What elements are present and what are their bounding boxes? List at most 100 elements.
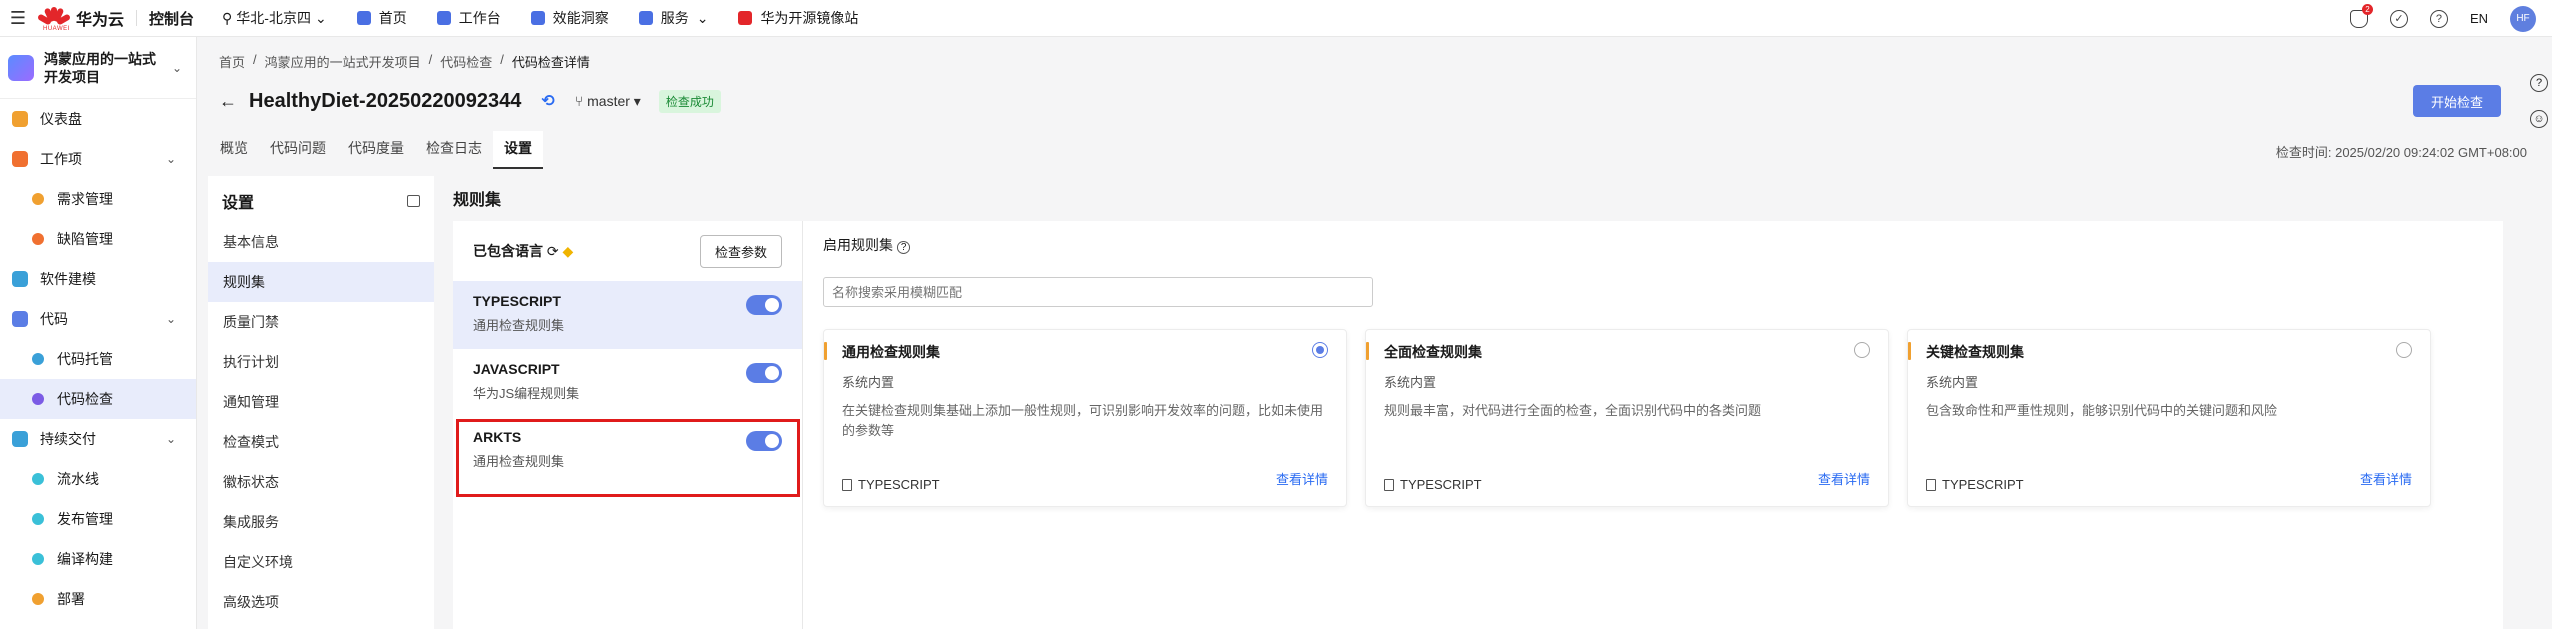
settings-item-2[interactable]: 质量门禁: [208, 302, 434, 342]
menu-icon[interactable]: ☰: [0, 0, 36, 37]
sidebar-item-label: 编译构建: [57, 551, 113, 567]
language-switch[interactable]: EN: [2470, 11, 2488, 26]
nav-link-0[interactable]: 首页: [356, 8, 407, 28]
help-icon[interactable]: ?: [2429, 9, 2448, 28]
nav-link-label: 服务: [660, 10, 689, 26]
ruleset-search-input[interactable]: [823, 277, 1373, 307]
share-icon[interactable]: ⟲: [541, 91, 554, 111]
breadcrumb-item[interactable]: 鸿蒙应用的一站式开发项目: [265, 52, 421, 71]
ruleset-option-card[interactable]: 关键检查规则集 系统内置 包含致命性和严重性规则，能够识别代码中的关键问题和风险 TY…: [1907, 329, 2431, 507]
ruleset-option-card[interactable]: 通用检查规则集 系统内置 在关键检查规则集基础上添加一般性规则，可识别影响开发效率的…: [823, 329, 1347, 507]
sidebar-item-label: 发布管理: [57, 511, 113, 527]
nav-link-1[interactable]: 工作台: [436, 8, 501, 28]
project-switcher[interactable]: 鸿蒙应用的一站式开发项目 ⌄: [0, 37, 196, 99]
bell-icon[interactable]: 2: [2349, 3, 2373, 28]
settings-item-4[interactable]: 通知管理: [208, 382, 434, 422]
ruleset-radio[interactable]: [1312, 342, 1328, 358]
sidebar-item-1[interactable]: 工作项 ⌄: [0, 139, 196, 179]
included-languages-label: 已包含语言: [473, 243, 543, 259]
ruleset-name: 关键检查规则集: [1926, 344, 2024, 360]
card-accent: [1908, 342, 1911, 360]
nav-link-label: 工作台: [458, 10, 501, 26]
collapse-icon[interactable]: [407, 195, 420, 207]
sidebar-item-icon: [32, 473, 44, 485]
brand-name: 华为云: [76, 12, 125, 29]
back-arrow-icon[interactable]: ←: [219, 91, 237, 112]
language-item[interactable]: TYPESCRIPT 通用检查规则集: [453, 281, 802, 349]
help-icon[interactable]: ?: [896, 241, 911, 254]
settings-item-7[interactable]: 集成服务: [208, 502, 434, 542]
ruleset-language-label: TYPESCRIPT: [1400, 477, 1482, 492]
sidebar-item-7[interactable]: 代码检查: [0, 379, 196, 419]
enabled-ruleset-label: 启用规则集 ?: [823, 235, 911, 255]
sidebar-item-9[interactable]: 流水线: [0, 459, 196, 499]
nav-link-3[interactable]: 服务 ⌄: [638, 8, 708, 28]
region-selector[interactable]: ⚲ 华北-北京四 ⌄: [222, 8, 327, 28]
tab-2[interactable]: 代码度量: [337, 131, 415, 169]
check-params-button[interactable]: 检查参数: [699, 234, 782, 268]
branch-icon: ⑂: [574, 92, 588, 109]
smiley-icon[interactable]: ☺: [2530, 110, 2548, 128]
ruleset-language: TYPESCRIPT: [1384, 477, 1482, 492]
sidebar-item-icon: [12, 271, 28, 287]
ruleset-source: 系统内置: [1384, 375, 1437, 390]
avatar[interactable]: HF: [2510, 5, 2536, 32]
notification-badge: 2: [2361, 3, 2373, 15]
breadcrumb-item[interactable]: 代码检查: [440, 52, 492, 71]
settings-item-3[interactable]: 执行计划: [208, 342, 434, 382]
ruleset-name: 全面检查规则集: [1384, 344, 1482, 360]
ruleset-radio[interactable]: [1854, 342, 1870, 358]
sidebar-item-icon: [32, 553, 44, 565]
sidebar-item-8[interactable]: 持续交付 ⌄: [0, 419, 196, 459]
sidebar-item-2[interactable]: 需求管理: [0, 179, 196, 219]
settings-item-8[interactable]: 自定义环境: [208, 542, 434, 582]
tab-1[interactable]: 代码问题: [259, 131, 337, 169]
view-details-link[interactable]: 查看详情: [1818, 469, 1870, 488]
refresh-icon[interactable]: ⟳: [547, 243, 559, 259]
breadcrumb-item[interactable]: 首页: [219, 52, 245, 71]
tab-3[interactable]: 检查日志: [415, 131, 493, 169]
console-link[interactable]: 控制台: [149, 8, 194, 29]
ruleset-source: 系统内置: [842, 375, 895, 390]
language-item[interactable]: JAVASCRIPT 华为JS编程规则集: [453, 349, 802, 417]
file-icon: [1384, 478, 1394, 491]
tab-4[interactable]: 设置: [493, 131, 543, 169]
settings-item-0[interactable]: 基本信息: [208, 222, 434, 262]
ruleset-language-label: TYPESCRIPT: [858, 477, 940, 492]
ruleset-name: 通用检查规则集: [842, 344, 940, 360]
sidebar-item-11[interactable]: 编译构建: [0, 539, 196, 579]
sidebar-item-icon: [32, 353, 44, 365]
branch-selector[interactable]: ⑂ master ▾: [575, 93, 641, 110]
breadcrumb-separator: /: [500, 52, 504, 67]
nav-link-4[interactable]: 华为开源镜像站: [738, 8, 858, 28]
chevron-down-icon: ⌄: [165, 432, 176, 446]
sidebar-item-10[interactable]: 发布管理: [0, 499, 196, 539]
language-toggle[interactable]: [746, 363, 782, 383]
view-details-link[interactable]: 查看详情: [1276, 469, 1328, 488]
check-circle-icon[interactable]: ✓: [2389, 9, 2408, 28]
settings-item-5[interactable]: 检查模式: [208, 422, 434, 462]
language-toggle[interactable]: [746, 295, 782, 315]
sidebar-item-4[interactable]: 软件建模: [0, 259, 196, 299]
sidebar-item-0[interactable]: 仪表盘: [0, 99, 196, 139]
file-icon: [1926, 478, 1936, 491]
sidebar-item-5[interactable]: 代码 ⌄: [0, 299, 196, 339]
sidebar-item-12[interactable]: 部署: [0, 579, 196, 619]
language-name: TYPESCRIPT: [473, 293, 561, 309]
chevron-down-icon: ⌄: [314, 9, 327, 26]
chevron-down-icon: ⌄: [165, 152, 176, 166]
sidebar-item-3[interactable]: 缺陷管理: [0, 219, 196, 259]
tab-0[interactable]: 概览: [209, 131, 259, 169]
ruleset-option-card[interactable]: 全面检查规则集 系统内置 规则最丰富，对代码进行全面的检查，全面识别代码中的各类问题…: [1365, 329, 1889, 507]
sidebar-item-6[interactable]: 代码托管: [0, 339, 196, 379]
nav-link-icon: [738, 11, 753, 25]
start-check-button[interactable]: 开始检查: [2413, 85, 2501, 117]
settings-item-9[interactable]: 高级选项: [208, 582, 434, 622]
nav-link-icon: [638, 11, 653, 25]
ruleset-radio[interactable]: [2396, 342, 2412, 358]
settings-item-1[interactable]: 规则集: [208, 262, 434, 302]
view-details-link[interactable]: 查看详情: [2360, 469, 2412, 488]
nav-link-2[interactable]: 效能洞察: [530, 8, 609, 28]
settings-item-6[interactable]: 徽标状态: [208, 462, 434, 502]
help-icon[interactable]: ?: [2530, 74, 2548, 92]
